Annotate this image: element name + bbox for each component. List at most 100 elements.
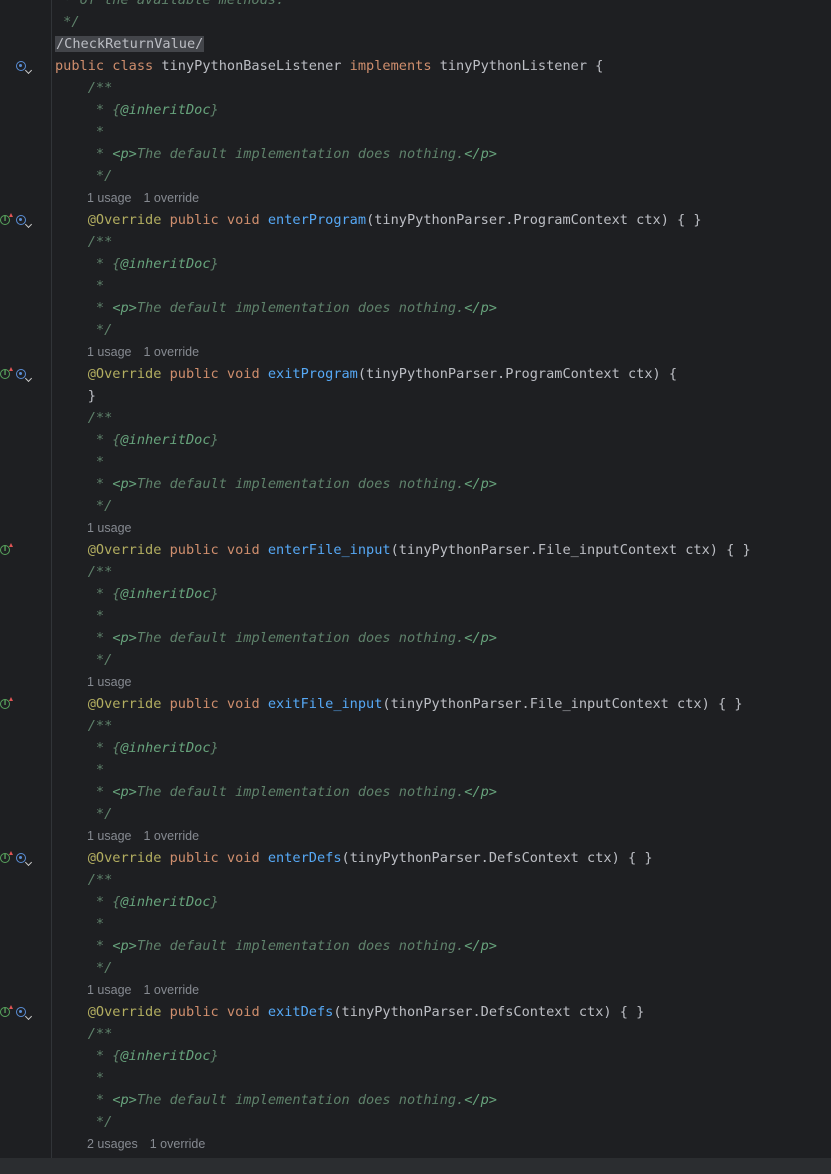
closing-brace: } xyxy=(87,388,96,404)
inlay-hint-line: 1 usage 1 override xyxy=(55,979,831,1001)
implements-icon[interactable]: I xyxy=(0,213,13,225)
overrides-hint[interactable]: 1 override xyxy=(143,983,199,997)
javadoc-inherit: * {@inheritDoc} xyxy=(55,891,831,913)
usages-hint[interactable]: 1 usage xyxy=(87,983,131,997)
javadoc-star: * { xyxy=(87,740,121,756)
keyword-void: void xyxy=(226,366,260,382)
inherit-doc-tag: @inheritDoc xyxy=(120,894,211,910)
javadoc-brace: } xyxy=(210,102,219,118)
method-params: (tinyPythonParser.DefsContext ctx) { } xyxy=(333,1004,645,1020)
inherit-doc-tag: @inheritDoc xyxy=(120,102,211,118)
usages-hint[interactable]: 2 usages xyxy=(87,1137,138,1151)
javadoc-open: /** xyxy=(55,231,831,253)
code-editor[interactable]: I I I I I I * of the available methods. */ /Ch… xyxy=(0,0,831,1174)
keyword-public: public xyxy=(169,366,219,382)
usages-hint[interactable]: 1 usage xyxy=(87,675,131,689)
usages-hint[interactable]: 1 usage xyxy=(87,521,131,535)
javadoc-paragraph: * <p>The default implementation does not… xyxy=(55,1089,831,1111)
keyword-public: public xyxy=(169,696,219,712)
html-p-close-tag: </p> xyxy=(464,476,497,492)
method-params: (tinyPythonParser.File_inputContext ctx)… xyxy=(390,542,751,558)
keyword-public: public xyxy=(169,542,219,558)
class-name[interactable]: tinyPythonBaseListener xyxy=(161,58,341,74)
javadoc-star: * { xyxy=(87,256,121,272)
overridden-icon[interactable] xyxy=(16,215,26,225)
html-p-open-tag: <p> xyxy=(112,784,137,800)
method-declaration: @Override public void enterProgram(tinyP… xyxy=(55,209,831,231)
keyword-void: void xyxy=(226,696,260,712)
override-annotation: @Override xyxy=(87,696,162,712)
javadoc-close: */ xyxy=(55,165,831,187)
javadoc-star: * { xyxy=(87,432,121,448)
overridden-icon[interactable] xyxy=(16,1007,26,1017)
javadoc-star: * xyxy=(87,300,113,316)
comment-end: */ xyxy=(55,14,80,30)
javadoc-open-text: /** xyxy=(87,234,113,250)
inlay-hint-line: 1 usage 1 override xyxy=(55,341,831,363)
usages-hint[interactable]: 1 usage xyxy=(87,829,131,843)
override-annotation: @Override xyxy=(87,366,162,382)
javadoc-close-text: */ xyxy=(87,1114,113,1130)
keyword-public: public xyxy=(55,58,105,74)
method-declaration: @Override public void exitProgram(tinyPy… xyxy=(55,363,831,385)
keyword-implements: implements xyxy=(349,58,432,74)
inlay-hint-line: 2 usages 1 override xyxy=(55,1133,831,1155)
overrides-hint[interactable]: 1 override xyxy=(143,345,199,359)
override-annotation: @Override xyxy=(87,1004,162,1020)
javadoc-blank: * xyxy=(55,913,831,935)
javadoc-open: /** xyxy=(55,869,831,891)
overrides-hint[interactable]: 1 override xyxy=(143,191,199,205)
javadoc-text: The default implementation does nothing. xyxy=(136,1092,465,1108)
method-name[interactable]: enterFile_input xyxy=(268,542,391,558)
javadoc-brace: } xyxy=(210,256,219,272)
javadoc-inherit: * {@inheritDoc} xyxy=(55,1045,831,1067)
javadoc-open-text: /** xyxy=(87,410,113,426)
usages-hint[interactable]: 1 usage xyxy=(87,191,131,205)
javadoc-open: /** xyxy=(55,407,831,429)
method-name[interactable]: exitProgram xyxy=(268,366,358,382)
keyword-void: void xyxy=(226,850,260,866)
usages-hint[interactable]: 1 usage xyxy=(87,345,131,359)
method-name[interactable]: exitDefs xyxy=(268,1004,333,1020)
code-area[interactable]: * of the available methods. */ /CheckRetu… xyxy=(55,0,831,1155)
javadoc-paragraph: * <p>The default implementation does not… xyxy=(55,627,831,649)
javadoc-close-text: */ xyxy=(87,168,113,184)
javadoc-text: The default implementation does nothing. xyxy=(136,300,465,316)
html-p-close-tag: </p> xyxy=(464,630,497,646)
overrides-hint[interactable]: 1 override xyxy=(143,829,199,843)
method-name[interactable]: enterProgram xyxy=(268,212,366,228)
javadoc-paragraph: * <p>The default implementation does not… xyxy=(55,297,831,319)
overridden-icon[interactable] xyxy=(16,61,26,71)
interface-name[interactable]: tinyPythonListener { xyxy=(440,58,604,74)
javadoc-inherit: * {@inheritDoc} xyxy=(55,429,831,451)
method-name[interactable]: enterDefs xyxy=(268,850,342,866)
method-name[interactable]: exitFile_input xyxy=(268,696,383,712)
javadoc-brace: } xyxy=(210,432,219,448)
javadoc-close: */ xyxy=(55,319,831,341)
method-declaration: @Override public void exitDefs(tinyPytho… xyxy=(55,1001,831,1023)
implements-icon[interactable]: I xyxy=(0,543,13,555)
implements-icon[interactable]: I xyxy=(0,367,13,379)
javadoc-brace: } xyxy=(210,894,219,910)
horizontal-scrollbar[interactable] xyxy=(0,1158,831,1174)
check-return-value-annotation[interactable]: /CheckReturnValue/ xyxy=(55,36,205,52)
implements-icon[interactable]: I xyxy=(0,1005,13,1017)
implements-icon[interactable]: I xyxy=(0,697,13,709)
method-declaration: @Override public void enterFile_input(ti… xyxy=(55,539,831,561)
javadoc-close-text: */ xyxy=(87,806,113,822)
keyword-class: class xyxy=(112,58,154,74)
javadoc-open: /** xyxy=(55,561,831,583)
implements-icon[interactable]: I xyxy=(0,851,13,863)
inherit-doc-tag: @inheritDoc xyxy=(120,740,211,756)
javadoc-star: * { xyxy=(87,1048,121,1064)
javadoc-open-text: /** xyxy=(87,1026,113,1042)
javadoc-paragraph: * <p>The default implementation does not… xyxy=(55,781,831,803)
javadoc-close-text: */ xyxy=(87,960,113,976)
overridden-icon[interactable] xyxy=(16,853,26,863)
javadoc-open: /** xyxy=(55,77,831,99)
inlay-hint-line: 1 usage 1 override xyxy=(55,825,831,847)
overrides-hint[interactable]: 1 override xyxy=(150,1137,206,1151)
javadoc-star: * xyxy=(87,124,105,140)
overridden-icon[interactable] xyxy=(16,369,26,379)
javadoc-star: * xyxy=(87,1092,113,1108)
